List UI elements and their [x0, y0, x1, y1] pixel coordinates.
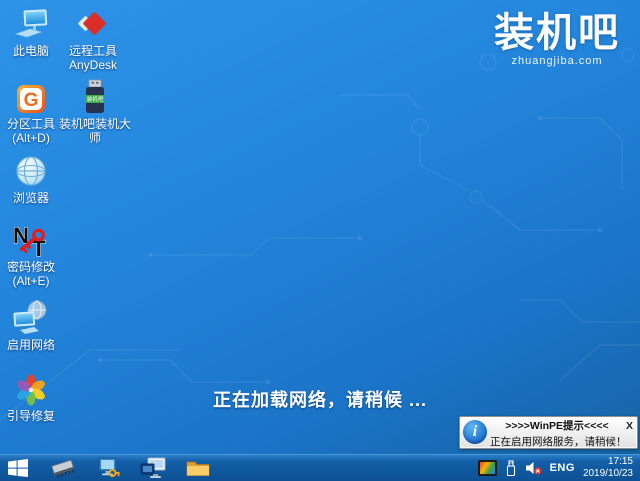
clock-time: 17:15 [583, 456, 633, 469]
notification-title: >>>>WinPE提示<<<< [490, 418, 624, 433]
muted-speaker-icon[interactable] [525, 461, 542, 475]
info-icon: i [463, 420, 487, 444]
winpe-desktop: 装机吧 zhuangjiba.com 此电脑 远程工具AnyDesk [0, 0, 640, 481]
desktop-icon-anydesk[interactable]: 远程工具AnyDesk [60, 6, 126, 73]
memory-chip-icon [50, 458, 76, 478]
usb-badge-text: 装机吧 [87, 95, 104, 103]
taskbar-ram-tool-button[interactable] [50, 456, 76, 480]
taskbar: ENG 17:15 2019/10/23 [0, 454, 640, 481]
taskbar-file-explorer-button[interactable] [185, 456, 211, 480]
diskgenius-icon: G [15, 79, 47, 115]
brand-domain: zhuangjiba.com [494, 55, 620, 67]
this-pc-icon [13, 6, 49, 42]
anydesk-icon [74, 6, 112, 42]
desktop-icon-browser[interactable]: 浏览器 [0, 153, 62, 205]
display-settings-icon[interactable] [478, 460, 497, 476]
brand-title: 装机吧 [494, 12, 620, 54]
notification-close-button[interactable]: X [624, 420, 635, 432]
loading-status-text: 正在加载网络，请稍候 ... [0, 386, 640, 412]
start-button[interactable] [5, 456, 31, 480]
folder-icon [186, 458, 210, 478]
usb-tray-icon[interactable] [505, 460, 517, 477]
system-tray: ENG 17:15 2019/10/23 [478, 456, 635, 481]
desktop-icon-enable-network[interactable]: 启用网络 [0, 300, 62, 352]
brand-logo: 装机吧 zhuangjiba.com [494, 12, 620, 67]
clock-date: 2019/10/23 [583, 468, 633, 481]
diskgenius-letter: G [24, 90, 39, 111]
desktop-icon-this-pc[interactable]: 此电脑 [0, 6, 62, 58]
network-computer-icon [12, 300, 50, 336]
taskbar-pe-tools-button[interactable] [95, 456, 121, 480]
clock[interactable]: 17:15 2019/10/23 [583, 456, 635, 481]
desktop-icon-password-reset[interactable]: N T 密码修改(Alt+E) [0, 222, 62, 289]
notification-body: 正在启用网络服务，请稍候！ [490, 434, 635, 449]
desktop-icon-partition-tool[interactable]: G 分区工具(Alt+D) [0, 79, 62, 146]
language-indicator[interactable]: ENG [550, 462, 575, 474]
taskbar-remote-desktop-button[interactable] [140, 456, 166, 480]
dual-monitor-icon [140, 457, 166, 479]
windows-logo-icon [8, 459, 28, 477]
globe-icon [14, 153, 48, 189]
winpe-notification: i >>>>WinPE提示<<<< X 正在启用网络服务，请稍候！ [459, 416, 638, 449]
monitor-key-icon [96, 457, 120, 479]
usb-drive-icon: 装机吧 [81, 79, 109, 115]
nt-password-key-icon: N T [12, 222, 50, 258]
desktop-icon-zhuangjiba-master[interactable]: 装机吧 装机吧装机大师 [56, 79, 134, 146]
